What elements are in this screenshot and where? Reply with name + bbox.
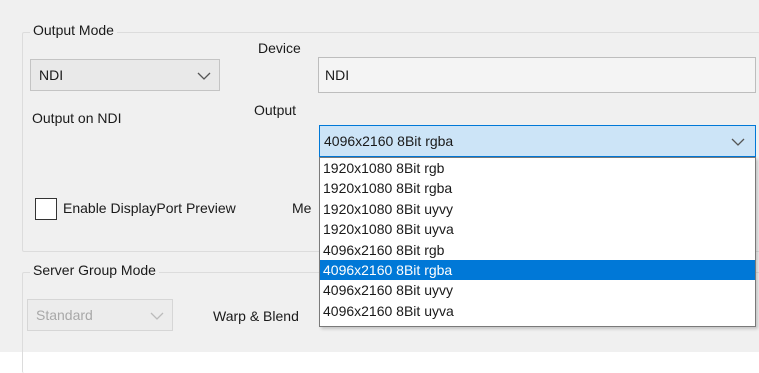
- chevron-down-icon: [731, 133, 745, 149]
- output-option[interactable]: 4096x2160 8Bit rgb: [320, 240, 755, 260]
- output-option[interactable]: 4096x2160 8Bit uyvy: [320, 280, 755, 300]
- server-group-mode-title: Server Group Mode: [30, 262, 159, 278]
- device-value: NDI: [325, 67, 350, 83]
- output-option[interactable]: 1920x1080 8Bit uyva: [320, 219, 755, 239]
- output-select[interactable]: 4096x2160 8Bit rgba: [319, 125, 756, 157]
- output-on-label: Output on NDI: [32, 110, 122, 126]
- output-option[interactable]: 1920x1080 8Bit uyvy: [320, 199, 755, 219]
- output-option[interactable]: 4096x2160 8Bit uyva: [320, 301, 755, 321]
- truncated-label: Me: [292, 200, 312, 216]
- warp-blend-label: Warp & Blend: [213, 308, 299, 324]
- server-group-mode-value: Standard: [36, 307, 93, 323]
- output-label: Output: [254, 102, 297, 118]
- output-select-value: 4096x2160 8Bit rgba: [324, 133, 454, 149]
- enable-preview-label[interactable]: Enable DisplayPort Preview: [63, 200, 236, 216]
- enable-preview-checkbox[interactable]: [35, 198, 57, 220]
- device-label: Device: [258, 40, 301, 56]
- device-field: NDI: [318, 57, 756, 93]
- output-option[interactable]: 4096x2160 8Bit rgba: [320, 259, 755, 281]
- output-dropdown-list[interactable]: 1920x1080 8Bit rgb 1920x1080 8Bit rgba 192…: [319, 157, 756, 327]
- output-option[interactable]: 1920x1080 8Bit rgba: [320, 178, 755, 198]
- chevron-down-icon: [150, 307, 164, 323]
- chevron-down-icon: [197, 67, 211, 83]
- output-option[interactable]: 1920x1080 8Bit rgb: [320, 158, 755, 178]
- output-settings-panel: Output Mode NDI Device NDI Output on NDI…: [0, 0, 759, 373]
- server-group-mode-select[interactable]: Standard: [27, 299, 173, 331]
- output-mode-title: Output Mode: [30, 22, 117, 38]
- output-option-list: 1920x1080 8Bit rgb 1920x1080 8Bit rgba 192…: [320, 158, 755, 321]
- output-mode-select[interactable]: NDI: [30, 59, 220, 91]
- output-mode-value: NDI: [39, 67, 64, 83]
